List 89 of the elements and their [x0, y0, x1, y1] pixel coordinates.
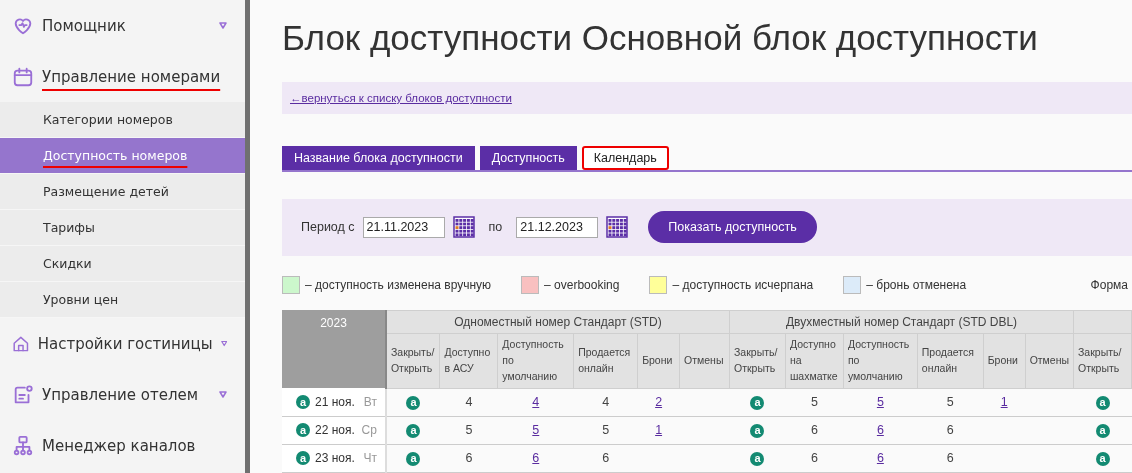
sidebar-item[interactable]: Помощник	[0, 0, 245, 51]
calendar-icon[interactable]	[606, 216, 629, 239]
column-header: Брони	[983, 333, 1026, 389]
status-badge[interactable]: a	[1095, 423, 1110, 438]
value-link[interactable]: 5	[532, 423, 540, 438]
value-link[interactable]: 5	[876, 395, 884, 410]
tab[interactable]: Календарь	[581, 145, 669, 170]
status-badge: a	[296, 451, 310, 466]
column-header: Доступно в АСУ	[439, 333, 498, 389]
status-badge[interactable]: a	[406, 423, 421, 438]
value-link[interactable]: 1	[1000, 395, 1008, 410]
weekday-text: Чт	[363, 451, 377, 466]
tab[interactable]: Название блока доступности	[282, 145, 475, 170]
period-label: Период с	[301, 220, 355, 235]
table-cell: 5	[946, 395, 954, 410]
legend-label: – бронь отменена	[866, 278, 967, 292]
table-cell: 5	[465, 423, 473, 438]
value-link[interactable]: 6	[876, 423, 884, 438]
column-header: Доступность по умолчанию	[497, 333, 574, 389]
status-badge: a	[296, 395, 310, 410]
table-cell: 5	[602, 423, 610, 438]
table-cell: 6	[810, 451, 818, 466]
sidebar-item[interactable]: Управление номерами	[0, 51, 245, 102]
group-header	[1073, 310, 1132, 334]
status-badge[interactable]: a	[406, 451, 421, 466]
submenu-item[interactable]: Доступность номеров	[0, 138, 245, 174]
status-badge: a	[296, 423, 310, 438]
sidebar-item[interactable]: Менеджер каналов	[0, 420, 245, 471]
column-header: Доступно на шахматке	[785, 333, 844, 389]
date-field[interactable]: 21.12.2023	[516, 216, 599, 238]
weekday-text: Ср	[361, 423, 377, 438]
column-header: Отмены	[1025, 333, 1074, 389]
date-text: 23 ноя.	[315, 451, 355, 466]
table-cell: 6	[602, 451, 610, 466]
tab[interactable]: Доступность	[479, 145, 577, 170]
caret-icon	[220, 340, 227, 347]
date-text: 22 ноя.	[315, 423, 355, 438]
value-link[interactable]: 6	[532, 451, 540, 466]
table-cell: 6	[946, 451, 954, 466]
legend-label: – доступность изменена вручную	[305, 278, 492, 292]
sidebar-item[interactable]: Настройки гостиницы	[0, 318, 245, 369]
sidebar-item[interactable]: Управление отелем	[0, 369, 245, 420]
column-header: Продается онлайн	[573, 333, 638, 389]
column-header: Закрыть/ Открыть	[1073, 333, 1132, 389]
submenu-item[interactable]: Тарифы	[0, 210, 245, 246]
caret-icon	[219, 22, 227, 29]
submenu-item[interactable]: Размещение детей	[0, 174, 245, 210]
value-link[interactable]: 4	[532, 395, 540, 410]
table-cell: 6	[946, 423, 954, 438]
format-label: Форма	[1090, 278, 1128, 292]
value-link[interactable]: 2	[655, 395, 663, 410]
status-badge[interactable]: a	[1095, 451, 1110, 466]
column-header: Брони	[637, 333, 680, 389]
submenu-item[interactable]: Уровни цен	[0, 282, 245, 318]
show-availability-button[interactable]: Показать доступность	[648, 211, 817, 244]
column-header: Продается онлайн	[917, 333, 984, 389]
date-field[interactable]: 21.11.2023	[362, 216, 445, 238]
value-link[interactable]: 1	[655, 423, 663, 438]
column-header: Доступность по умолчанию	[843, 333, 918, 389]
group-header: Двухместный номер Стандарт (STD DBL)	[729, 310, 1074, 334]
year-header: 2023	[282, 310, 386, 389]
legend-label: – overbooking	[544, 278, 620, 292]
status-badge[interactable]: a	[750, 395, 765, 410]
table-cell: 5	[810, 395, 818, 410]
group-header: Одноместный номер Стандарт (STD)	[385, 310, 730, 334]
column-header: Отмены	[679, 333, 730, 389]
document-icon	[12, 383, 34, 406]
page-title: Блок доступности Основной блок доступности	[282, 18, 1039, 59]
hierarchy-icon	[12, 434, 34, 457]
weekday-text: Вт	[363, 395, 377, 410]
status-badge[interactable]: a	[1095, 395, 1110, 410]
status-badge[interactable]: a	[406, 395, 421, 410]
table-cell: 4	[602, 395, 610, 410]
table-cell: 6	[465, 451, 473, 466]
to-label: по	[488, 220, 503, 235]
table-cell: 4	[465, 395, 473, 410]
calendar-icon[interactable]	[452, 216, 475, 239]
caret-icon	[219, 391, 227, 398]
legend-label: – доступность исчерпана	[672, 278, 814, 292]
value-link[interactable]: 6	[876, 451, 884, 466]
status-badge[interactable]: a	[750, 423, 765, 438]
column-header: Закрыть/ Открыть	[385, 333, 440, 389]
table-cell: 6	[810, 423, 818, 438]
submenu-item[interactable]: Скидки	[0, 246, 245, 282]
column-header: Закрыть/ Открыть	[729, 333, 786, 389]
calendar-icon	[12, 65, 34, 88]
date-text: 21 ноя.	[315, 395, 355, 410]
status-badge[interactable]: a	[750, 451, 765, 466]
back-link[interactable]: ←вернуться к списку блоков доступности	[290, 92, 512, 105]
